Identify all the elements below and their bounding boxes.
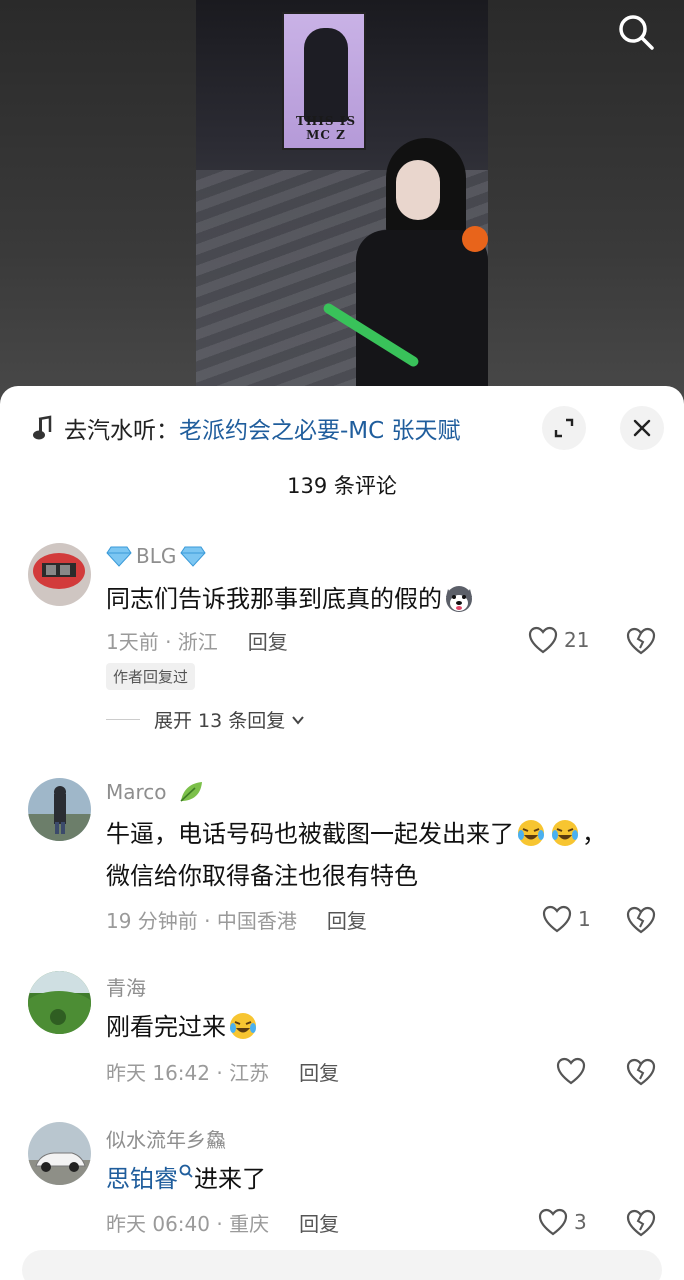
user-mention-link[interactable]: 思铂睿 (106, 1165, 178, 1193)
video-background[interactable]: THIS IS MC Z (0, 0, 684, 420)
search-icon (619, 15, 654, 50)
comment-item: 似水流年乡鱻 思铂睿 进来了 昨天 06:40 · 重庆 回复 3 (0, 1118, 684, 1248)
music-note-icon (30, 415, 56, 441)
comment-item: Marco 牛逼，电话号码也被截图一起发出来了 ， 微信给你取得备注也很有特色 … (0, 771, 684, 941)
like-count: 3 (574, 1210, 587, 1234)
comment-time-location: 昨天 16:42 · 江苏 (106, 1061, 270, 1085)
heart-icon (542, 905, 572, 933)
username-text: 青海 (106, 976, 146, 1000)
banner-figure (304, 28, 348, 122)
music-prefix: 去汽水听： (64, 418, 179, 444)
laugh-cry-emoji-icon (552, 820, 578, 846)
reply-button[interactable]: 回复 (299, 1208, 339, 1237)
search-button[interactable] (612, 8, 660, 56)
comment-username[interactable]: 似水流年乡鱻 (106, 1124, 226, 1153)
comment-item: 青海 刚看完过来 昨天 16:42 · 江苏 回复 (0, 966, 684, 1086)
broken-heart-icon[interactable] (626, 905, 656, 935)
comment-text: 思铂睿 进来了 (106, 1158, 646, 1200)
person-body (356, 230, 488, 400)
leaf-icon (179, 782, 202, 802)
comments-sheet: 去汽水听： 老派约会之必要-MC 张天赋 139 条评论 BLG 同志们告诉我那… (0, 386, 684, 1280)
broken-heart-icon[interactable] (626, 626, 656, 656)
comment-meta: 昨天 16:42 · 江苏 回复 (106, 1057, 339, 1086)
like-count: 21 (564, 628, 590, 652)
avatar[interactable] (28, 543, 91, 606)
husky-emoji-icon (446, 586, 472, 612)
laugh-cry-emoji-icon (230, 1013, 256, 1039)
like-button[interactable]: 1 (542, 905, 591, 933)
comment-text-line2: 微信给你取得备注也很有特色 (106, 862, 418, 890)
jacket-patch (462, 226, 488, 252)
comment-time-location: 1天前 · 浙江 (106, 630, 218, 654)
video-frame[interactable]: THIS IS MC Z (196, 0, 488, 400)
reply-button[interactable]: 回复 (299, 1057, 339, 1086)
comment-count-title: 139 条评论 (287, 474, 397, 498)
comment-text-line1: 牛逼，电话号码也被截图一起发出来了 (106, 820, 514, 848)
search-icon (179, 1164, 193, 1178)
chevron-down-icon (292, 715, 305, 725)
comment-text: 刚看完过来 (106, 1006, 646, 1048)
avatar[interactable] (28, 971, 91, 1034)
comment-username[interactable]: 青海 (106, 972, 146, 1001)
comment-meta: 19 分钟前 · 中国香港 回复 (106, 905, 367, 934)
close-icon (633, 419, 651, 437)
diamond-icon (106, 546, 132, 567)
divider-line (106, 719, 140, 720)
comment-meta: 1天前 · 浙江 回复 (106, 626, 288, 655)
comment-time-location: 昨天 06:40 · 重庆 (106, 1212, 270, 1236)
heart-icon (556, 1057, 586, 1085)
comment-text: 同志们告诉我那事到底真的假的 (106, 578, 646, 620)
laugh-cry-emoji-icon (518, 820, 544, 846)
like-count: 1 (578, 907, 591, 931)
like-button[interactable]: 3 (538, 1208, 587, 1236)
comment-text-body: 进来了 (194, 1165, 266, 1193)
broken-heart-icon[interactable] (626, 1208, 656, 1238)
username-text: Marco (106, 780, 167, 804)
username-text: BLG (136, 544, 177, 568)
expand-icon (554, 418, 574, 438)
like-button[interactable] (556, 1057, 592, 1085)
comment-username[interactable]: BLG (106, 544, 207, 568)
comment-username[interactable]: Marco (106, 779, 205, 805)
avatar[interactable] (28, 1122, 91, 1185)
comment-time-location: 19 分钟前 · 中国香港 (106, 909, 297, 933)
close-button[interactable] (620, 406, 664, 450)
heart-icon (528, 626, 558, 654)
author-replied-tag: 作者回复过 (106, 663, 196, 690)
reply-button[interactable]: 回复 (248, 626, 288, 655)
diamond-icon (180, 546, 207, 567)
comment-text: 牛逼，电话号码也被截图一起发出来了 ， 微信给你取得备注也很有特色 (106, 820, 606, 890)
comment-text-body: 刚看完过来 (106, 1013, 226, 1041)
person-face (396, 160, 440, 220)
broken-heart-icon[interactable] (626, 1057, 656, 1087)
heart-icon (538, 1208, 568, 1236)
music-link-row[interactable]: 去汽水听： 老派约会之必要-MC 张天赋 (30, 408, 510, 448)
avatar[interactable] (28, 778, 91, 841)
banner-text: THIS IS MC Z (295, 114, 356, 142)
username-text: 似水流年乡鱻 (106, 1128, 226, 1152)
expand-replies-label: 展开 13 条回复 (154, 710, 286, 732)
music-song-link[interactable]: 老派约会之必要-MC 张天赋 (179, 411, 461, 445)
comment-meta: 昨天 06:40 · 重庆 回复 (106, 1208, 339, 1237)
comment-text-body: 同志们告诉我那事到底真的假的 (106, 585, 442, 613)
reply-button[interactable]: 回复 (327, 905, 367, 934)
expand-sheet-button[interactable] (542, 406, 586, 450)
expand-replies-button[interactable]: 展开 13 条回复 (106, 706, 307, 733)
like-button[interactable]: 21 (528, 626, 589, 654)
concert-banner: THIS IS MC Z (282, 12, 366, 150)
comment-input-bar[interactable] (22, 1250, 662, 1280)
comment-item: BLG 同志们告诉我那事到底真的假的 1天前 · 浙江 回复 21 作者回复过 … (0, 536, 684, 736)
